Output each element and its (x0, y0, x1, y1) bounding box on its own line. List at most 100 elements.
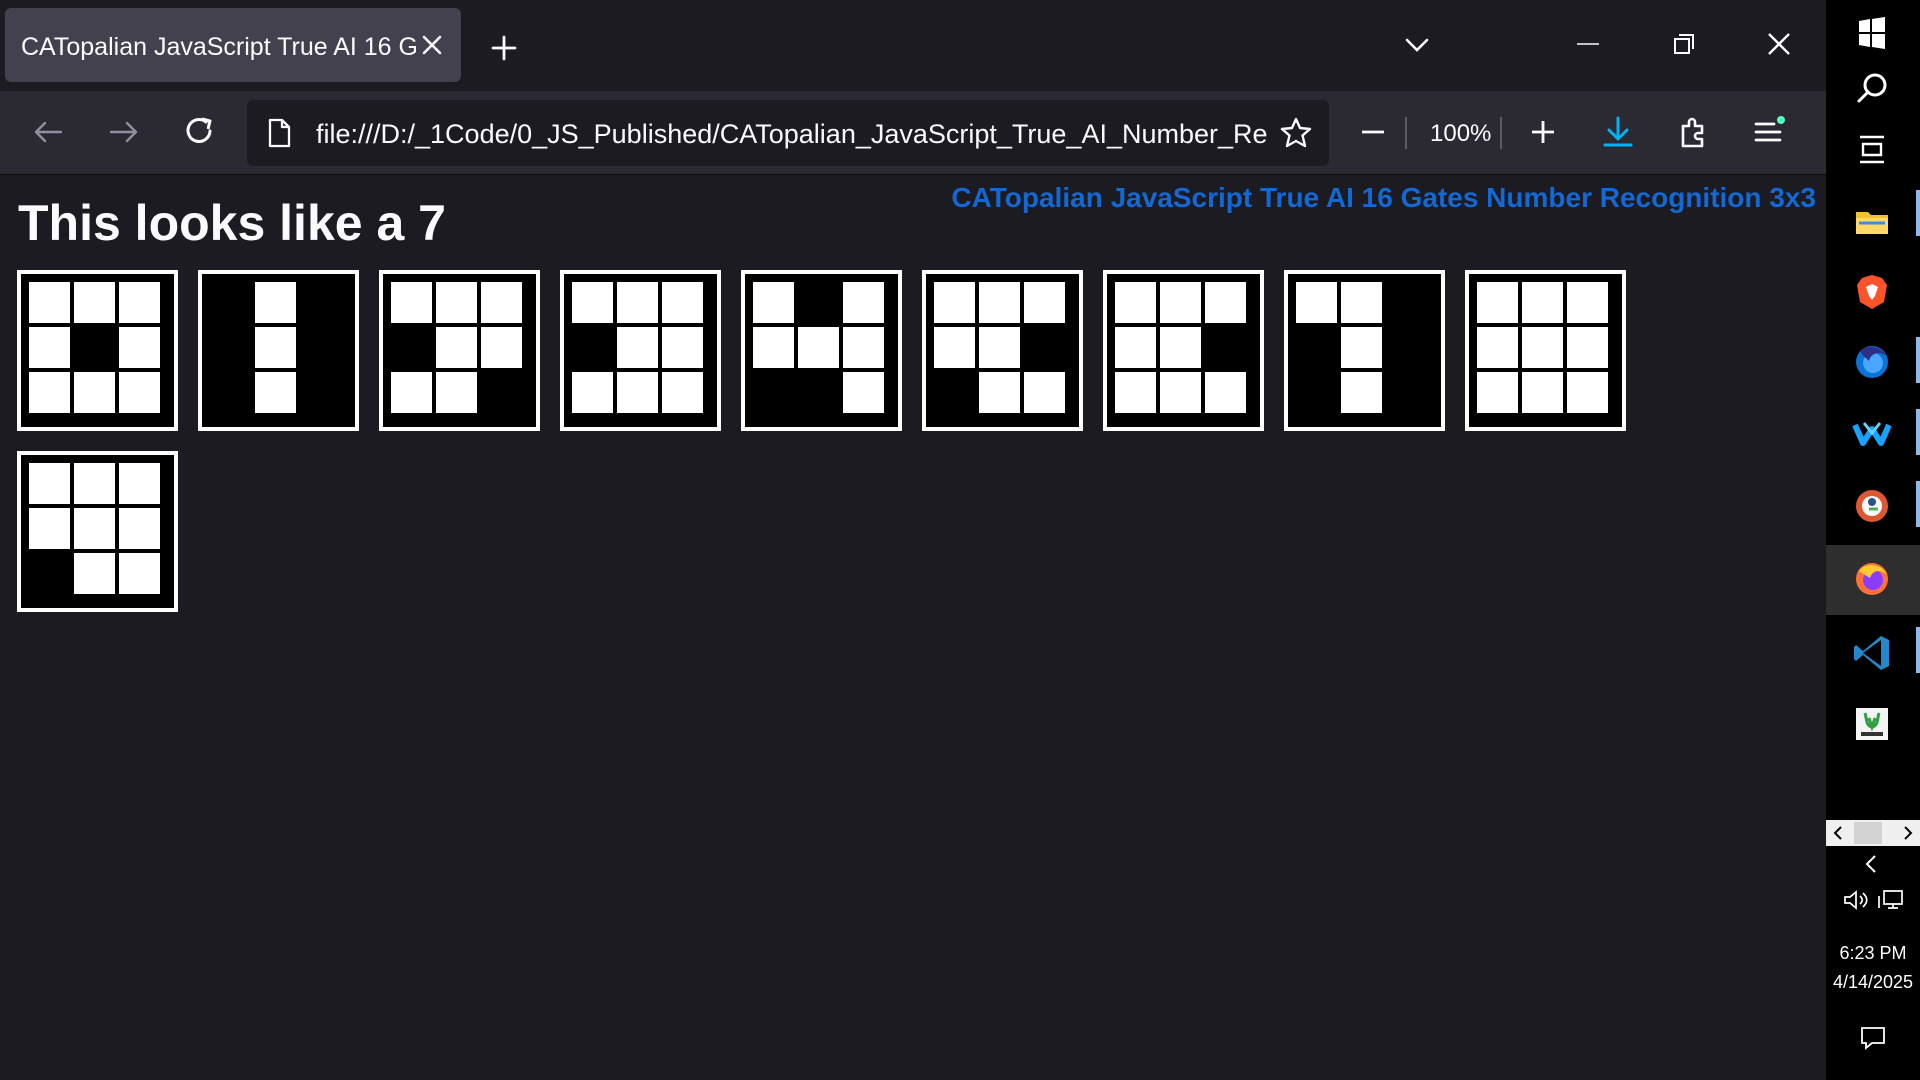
clock-date[interactable]: 4/14/2025 (1826, 969, 1920, 995)
grid-cell[interactable] (662, 282, 703, 323)
grid-cell[interactable] (572, 282, 613, 323)
grid-cell[interactable] (436, 372, 477, 413)
forward-icon[interactable] (106, 114, 142, 150)
chevron-down-icon[interactable] (1402, 33, 1432, 57)
grid-cell[interactable] (843, 372, 884, 413)
grid-cell[interactable] (1477, 282, 1518, 323)
grid-cell[interactable] (29, 282, 70, 323)
grid-cell[interactable] (29, 553, 70, 594)
network-icon[interactable] (1876, 888, 1906, 912)
grid-cell[interactable] (29, 508, 70, 549)
app-icon[interactable] (1851, 703, 1893, 745)
number-grid[interactable] (741, 270, 902, 431)
grid-cell[interactable] (843, 282, 884, 323)
grid-cell[interactable] (979, 372, 1020, 413)
grid-cell[interactable] (119, 327, 160, 368)
grid-cell[interactable] (798, 282, 839, 323)
grid-cell[interactable] (481, 282, 522, 323)
grid-cell[interactable] (1115, 327, 1156, 368)
scroll-left-icon[interactable] (1831, 825, 1845, 841)
grid-cell[interactable] (1386, 282, 1427, 323)
grid-cell[interactable] (1522, 282, 1563, 323)
grid-cell[interactable] (753, 372, 794, 413)
grid-cell[interactable] (1296, 327, 1337, 368)
firefox-icon[interactable] (1851, 558, 1893, 600)
notifications-icon[interactable] (1859, 1024, 1887, 1052)
task-view-icon[interactable] (1851, 128, 1893, 170)
file-explorer-icon[interactable] (1851, 200, 1893, 242)
brave-icon[interactable] (1851, 271, 1893, 313)
grid-cell[interactable] (572, 372, 613, 413)
scroll-thumb[interactable] (1854, 822, 1882, 844)
grid-cell[interactable] (1477, 372, 1518, 413)
grid-cell[interactable] (1567, 282, 1608, 323)
zoom-in-icon[interactable] (1528, 117, 1558, 147)
grid-cell[interactable] (481, 372, 522, 413)
grid-cell[interactable] (934, 327, 975, 368)
grid-cell[interactable] (119, 553, 160, 594)
grid-cell[interactable] (74, 282, 115, 323)
grid-cell[interactable] (617, 282, 658, 323)
grid-cell[interactable] (1522, 372, 1563, 413)
app-title-link[interactable]: CATopalian JavaScript True AI 16 Gates N… (951, 181, 1816, 215)
grid-cell[interactable] (74, 463, 115, 504)
grid-cell[interactable] (662, 372, 703, 413)
search-icon[interactable] (1851, 68, 1893, 110)
grid-cell[interactable] (1386, 327, 1427, 368)
grid-cell[interactable] (29, 327, 70, 368)
grid-cell[interactable] (1024, 372, 1065, 413)
minimize-icon[interactable] (1574, 30, 1602, 58)
menu-icon[interactable] (1750, 114, 1786, 150)
grid-cell[interactable] (1296, 282, 1337, 323)
grid-cell[interactable] (1024, 327, 1065, 368)
grid-cell[interactable] (119, 372, 160, 413)
grid-cell[interactable] (798, 327, 839, 368)
grid-cell[interactable] (979, 282, 1020, 323)
number-grid[interactable] (560, 270, 721, 431)
grid-cell[interactable] (572, 327, 613, 368)
windows-icon[interactable] (1851, 12, 1893, 54)
zoom-level[interactable]: 100% (1430, 121, 1491, 147)
number-grid[interactable] (17, 270, 178, 431)
grid-cell[interactable] (753, 327, 794, 368)
grid-cell[interactable] (210, 327, 251, 368)
grid-cell[interactable] (391, 282, 432, 323)
plus-icon[interactable] (489, 33, 519, 63)
grid-cell[interactable] (74, 327, 115, 368)
grid-cell[interactable] (1205, 372, 1246, 413)
grid-cell[interactable] (1296, 372, 1337, 413)
grid-cell[interactable] (1115, 282, 1156, 323)
grid-cell[interactable] (436, 327, 477, 368)
grid-cell[interactable] (1567, 327, 1608, 368)
grid-cell[interactable] (1341, 282, 1382, 323)
close-window-icon[interactable] (1765, 30, 1793, 58)
grid-cell[interactable] (979, 327, 1020, 368)
number-grid[interactable] (922, 270, 1083, 431)
active-tab[interactable]: CATopalian JavaScript True AI 16 Gates N… (5, 8, 461, 82)
taskbar-scroll-control[interactable] (1826, 820, 1920, 846)
grid-cell[interactable] (210, 282, 251, 323)
grid-cell[interactable] (934, 372, 975, 413)
grid-cell[interactable] (210, 372, 251, 413)
grid-cell[interactable] (391, 372, 432, 413)
grid-cell[interactable] (934, 282, 975, 323)
scroll-right-icon[interactable] (1901, 825, 1915, 841)
number-grid[interactable] (198, 270, 359, 431)
firefox-blue-icon[interactable] (1851, 341, 1893, 383)
chevron-left-icon[interactable] (1861, 853, 1881, 875)
grid-cell[interactable] (436, 282, 477, 323)
url-field[interactable]: file:///D:/_1Code/0_JS_Published/CATopal… (316, 118, 1268, 150)
grid-cell[interactable] (1205, 327, 1246, 368)
duckduckgo-icon[interactable] (1851, 485, 1893, 527)
grid-cell[interactable] (300, 327, 341, 368)
grid-cell[interactable] (481, 327, 522, 368)
grid-cell[interactable] (1115, 372, 1156, 413)
number-grid[interactable] (1284, 270, 1445, 431)
number-grid[interactable] (17, 451, 178, 612)
grid-cell[interactable] (1522, 327, 1563, 368)
grid-cell[interactable] (119, 463, 160, 504)
star-icon[interactable] (1279, 116, 1313, 150)
number-grid[interactable] (1103, 270, 1264, 431)
vscode-icon[interactable] (1851, 632, 1893, 674)
grid-cell[interactable] (255, 372, 296, 413)
